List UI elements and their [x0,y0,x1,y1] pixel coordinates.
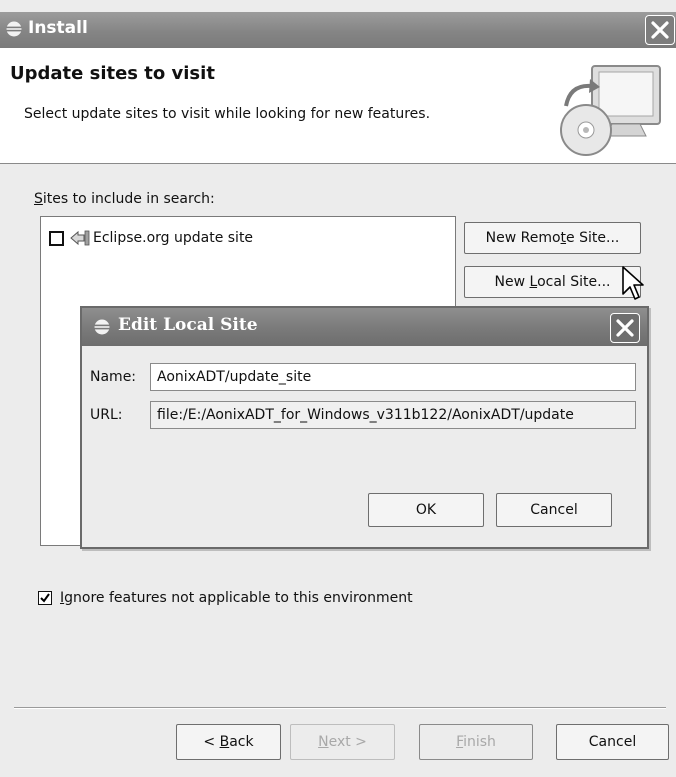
page-title: Update sites to visit [10,63,215,84]
window-close-button[interactable] [645,15,675,45]
mouse-pointer-icon [622,266,644,300]
checkmark-icon [40,593,50,603]
ignore-features-label: Ignore features not applicable to this e… [60,590,413,606]
install-window: Install Update sites to visit Select upd… [0,0,676,777]
dialog-title-bar[interactable]: Edit Local Site [82,308,647,346]
name-label: Name: [90,369,137,385]
next-button[interactable]: Next > [290,724,395,760]
eclipse-icon [94,319,110,335]
url-label: URL: [90,407,123,423]
list-item[interactable]: Eclipse.org update site [49,227,253,249]
url-field[interactable]: file:/E:/AonixADT_for_Windows_v311b122/A… [150,401,636,429]
eclipse-icon [6,21,22,37]
site-checkbox[interactable] [49,230,64,246]
close-icon [651,21,669,39]
ignore-features-checkbox[interactable] [38,591,52,605]
site-label: Eclipse.org update site [93,230,254,246]
header-banner: Update sites to visit Select update site… [0,48,676,164]
page-description: Select update sites to visit while looki… [24,106,431,122]
back-button[interactable]: < Back [176,724,281,760]
dialog-title: Edit Local Site [118,315,258,335]
window-title: Install [28,18,88,38]
sites-label: Sites to include in search: [34,191,215,207]
finish-button[interactable]: Finish [419,724,533,760]
edit-local-site-dialog: Edit Local Site Name: AonixADT/update_si… [80,306,649,549]
install-computer-cd-icon [560,65,661,156]
ignore-features-option[interactable]: Ignore features not applicable to this e… [38,590,413,606]
update-site-icon [70,230,90,246]
title-bar[interactable]: Install [0,12,676,48]
name-field[interactable]: AonixADT/update_site [150,363,636,391]
ok-button[interactable]: OK [368,493,484,527]
close-icon [616,319,634,337]
cancel-button[interactable]: Cancel [556,724,669,760]
new-remote-site-button[interactable]: New Remote Site... [464,222,641,254]
footer-separator [14,707,666,709]
new-local-site-button[interactable]: New Local Site... [464,266,641,298]
dialog-cancel-button[interactable]: Cancel [496,493,612,527]
dialog-close-button[interactable] [610,313,640,343]
